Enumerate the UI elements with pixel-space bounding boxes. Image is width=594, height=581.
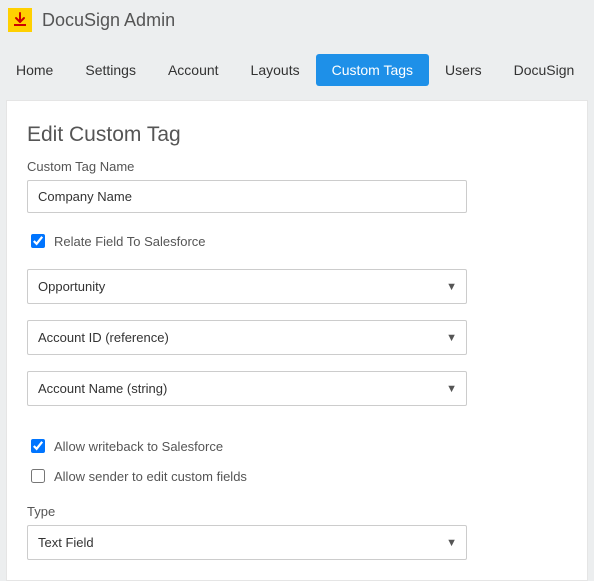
type-label: Type bbox=[27, 504, 567, 519]
app-header: DocuSign Admin bbox=[0, 0, 594, 36]
nav-custom-tags[interactable]: Custom Tags bbox=[316, 54, 429, 86]
field1-select[interactable]: Account ID (reference) bbox=[27, 320, 467, 355]
nav-home[interactable]: Home bbox=[4, 54, 69, 86]
field2-select[interactable]: Account Name (string) bbox=[27, 371, 467, 406]
page-title: Edit Custom Tag bbox=[27, 123, 567, 147]
relate-checkbox[interactable] bbox=[31, 234, 45, 248]
nav-settings[interactable]: Settings bbox=[69, 54, 152, 86]
edit-panel: Edit Custom Tag Custom Tag Name Relate F… bbox=[6, 100, 588, 581]
object-select[interactable]: Opportunity bbox=[27, 269, 467, 304]
type-select[interactable]: Text Field bbox=[27, 525, 467, 560]
writeback-checkbox[interactable] bbox=[31, 439, 45, 453]
app-logo bbox=[8, 8, 32, 32]
name-label: Custom Tag Name bbox=[27, 159, 567, 174]
download-icon bbox=[12, 12, 28, 28]
nav-layouts[interactable]: Layouts bbox=[235, 54, 316, 86]
nav-account[interactable]: Account bbox=[152, 54, 235, 86]
edit-checkbox[interactable] bbox=[31, 469, 45, 483]
relate-label[interactable]: Relate Field To Salesforce bbox=[54, 234, 206, 249]
writeback-label[interactable]: Allow writeback to Salesforce bbox=[54, 439, 223, 454]
nav-users[interactable]: Users bbox=[429, 54, 498, 86]
app-title: DocuSign Admin bbox=[42, 10, 175, 31]
edit-label[interactable]: Allow sender to edit custom fields bbox=[54, 469, 247, 484]
main-nav: Home Settings Account Layouts Custom Tag… bbox=[0, 36, 594, 100]
custom-tag-name-input[interactable] bbox=[27, 180, 467, 213]
nav-docusign[interactable]: DocuSign bbox=[498, 54, 591, 86]
